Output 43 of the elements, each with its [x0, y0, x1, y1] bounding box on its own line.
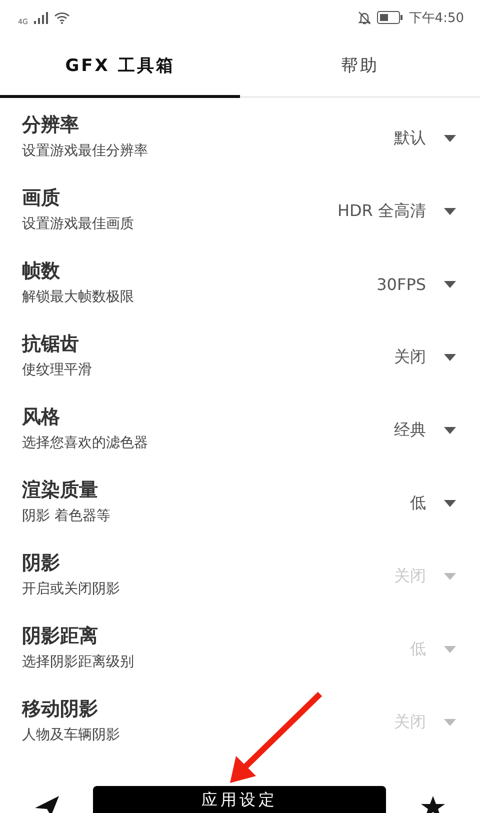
value-dropdown[interactable]: 30FPS [376, 275, 456, 294]
dropdown-caret-icon [444, 208, 456, 215]
wifi-icon [54, 11, 70, 24]
setting-description: 使纹理平滑 [22, 360, 93, 378]
clock-time: 下午4:50 [408, 10, 464, 26]
tab[interactable]: GFX 工具箱 [0, 35, 240, 98]
setting-title: 阴影 [22, 550, 61, 576]
bell-muted-icon [358, 10, 371, 24]
dropdown-caret-icon [444, 573, 456, 580]
dropdown-caret-icon [444, 646, 456, 653]
send-icon[interactable] [34, 796, 58, 813]
battery-icon [376, 11, 403, 24]
setting-title: 阴影距离 [22, 624, 99, 648]
setting-description: 解锁最大帧数极限 [22, 288, 135, 306]
value-dropdown[interactable]: 默认 [394, 128, 456, 149]
setting-description: 选择您喜欢的滤色器 [22, 434, 149, 452]
setting-description: 设置游戏最佳画质 [22, 214, 135, 232]
dropdown-caret-icon [444, 281, 456, 288]
setting-title: 抗锯齿 [22, 332, 80, 356]
setting-title: 画质 [22, 186, 61, 210]
setting-title: 移动阴影 [22, 696, 99, 722]
dropdown-caret-icon [444, 135, 456, 142]
setting-title: 帧数 [22, 258, 61, 284]
setting-description: 选择阴影距离级别 [22, 652, 135, 670]
signal-icon [34, 12, 48, 24]
dropdown-caret-icon [444, 427, 456, 434]
setting-title: 风格 [22, 404, 61, 430]
dropdown-caret-icon [444, 500, 456, 507]
star-icon[interactable] [421, 796, 445, 813]
setting-description: 开启或关闭阴影 [22, 580, 121, 598]
value-dropdown[interactable]: 经典 [394, 420, 456, 441]
tab[interactable]: 帮助 [240, 35, 480, 98]
setting-description: 阴影 着色器等 [22, 506, 112, 524]
value-dropdown[interactable]: 低 [410, 493, 456, 514]
dropdown-caret-icon [444, 719, 456, 726]
value-dropdown[interactable]: 关闭 [394, 347, 456, 368]
dropdown-caret-icon [444, 354, 456, 361]
setting-description: 人物及车辆阴影 [22, 726, 121, 744]
setting-title: 渲染质量 [22, 478, 99, 502]
setting-description: 设置游戏最佳分辨率 [22, 142, 149, 160]
setting-title: 分辨率 [22, 112, 80, 138]
apply-settings-button[interactable]: 应用设定 [93, 786, 386, 813]
value-dropdown[interactable]: HDR 全高清 [337, 201, 456, 222]
